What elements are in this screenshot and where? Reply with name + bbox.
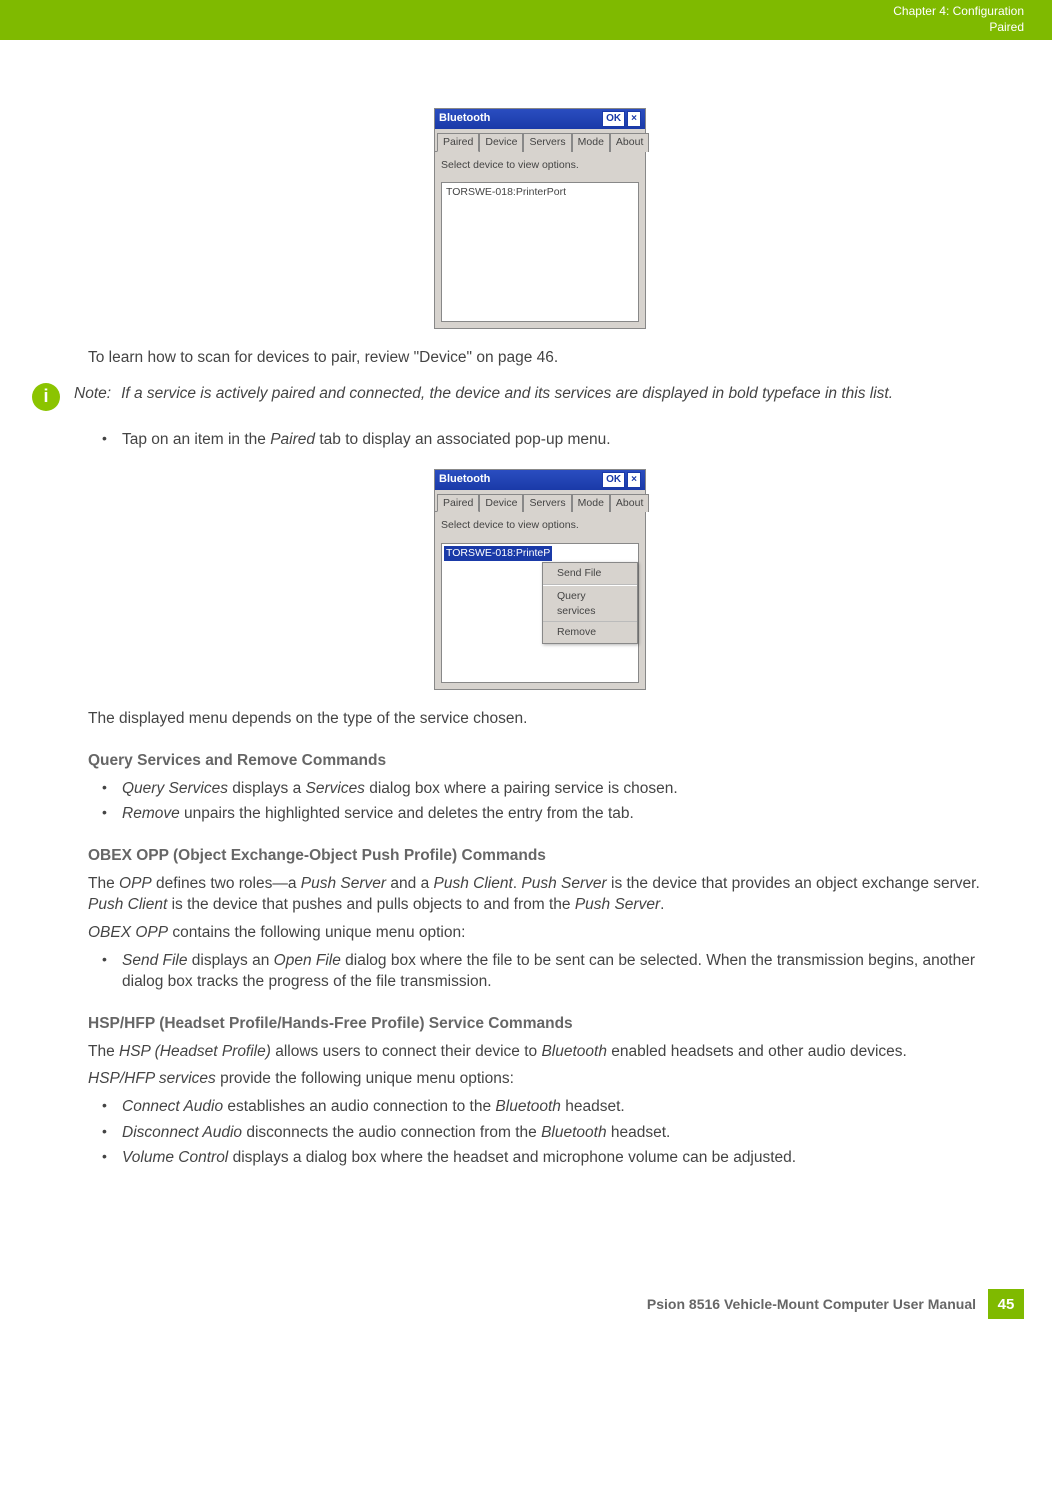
- tab-about: About: [610, 133, 649, 152]
- body-text: The HSP (Headset Profile) allows users t…: [88, 1041, 992, 1063]
- bluetooth-paired-screenshot: Bluetooth OK × Paired Device Servers Mod…: [434, 108, 646, 329]
- manual-title: Psion 8516 Vehicle-Mount Computer User M…: [647, 1296, 976, 1312]
- tab-mode: Mode: [572, 494, 610, 513]
- note-callout: i Note: If a service is actively paired …: [32, 383, 992, 411]
- tab-servers: Servers: [523, 494, 571, 513]
- page-footer: Psion 8516 Vehicle-Mount Computer User M…: [0, 1289, 1052, 1343]
- bullet-item: Send File displays an Open File dialog b…: [88, 950, 992, 993]
- tab-body: Select device to view options. TORSWE-01…: [435, 151, 645, 329]
- tab-strip: Paired Device Servers Mode About: [435, 129, 645, 151]
- tab-mode: Mode: [572, 133, 610, 152]
- tab-about: About: [610, 494, 649, 513]
- list-item: TORSWE-018:PrinterPort: [444, 185, 636, 200]
- window-title: Bluetooth: [439, 111, 490, 126]
- page-header-bar: Chapter 4: Configuration Paired: [0, 0, 1052, 40]
- body-text: HSP/HFP services provide the following u…: [88, 1068, 992, 1090]
- ok-button: OK: [602, 111, 625, 127]
- close-button: ×: [627, 111, 641, 127]
- section-label: Paired: [893, 20, 1024, 36]
- note-text: If a service is actively paired and conn…: [121, 383, 893, 405]
- menu-query-services: Query services: [543, 585, 637, 622]
- bullet-item: Remove unpairs the highlighted service a…: [88, 803, 992, 825]
- tab-device: Device: [479, 494, 523, 513]
- device-list: TORSWE-018:PrinterPort: [441, 182, 639, 322]
- bullet-item: Connect Audio establishes an audio conne…: [88, 1096, 992, 1118]
- bullet-item: Volume Control displays a dialog box whe…: [88, 1147, 992, 1169]
- body-text: The displayed menu depends on the type o…: [88, 708, 992, 730]
- bullet-item: Query Services displays a Services dialo…: [88, 778, 992, 800]
- header-text: Chapter 4: Configuration Paired: [893, 4, 1024, 35]
- device-list: TORSWE-018:PrinteP Send File Query servi…: [441, 543, 639, 683]
- tab-strip: Paired Device Servers Mode About: [435, 490, 645, 512]
- subheading: Query Services and Remove Commands: [88, 750, 992, 772]
- list-item-selected: TORSWE-018:PrinteP: [444, 546, 552, 561]
- window-titlebar: Bluetooth OK ×: [435, 470, 645, 490]
- instruction-text: Select device to view options.: [441, 518, 639, 533]
- chapter-label: Chapter 4: Configuration: [893, 4, 1024, 20]
- body-text: OBEX OPP contains the following unique m…: [88, 922, 992, 944]
- info-icon: i: [32, 383, 60, 411]
- context-menu: Send File Query services Remove: [542, 562, 638, 644]
- menu-send-file: Send File: [543, 563, 637, 585]
- ok-button: OK: [602, 472, 625, 488]
- window-titlebar: Bluetooth OK ×: [435, 109, 645, 129]
- tab-body: Select device to view options. TORSWE-01…: [435, 511, 645, 689]
- body-text: The OPP defines two roles—a Push Server …: [88, 873, 992, 916]
- bluetooth-popup-screenshot: Bluetooth OK × Paired Device Servers Mod…: [434, 469, 646, 690]
- menu-remove: Remove: [543, 622, 637, 643]
- subheading: HSP/HFP (Headset Profile/Hands-Free Prof…: [88, 1013, 992, 1035]
- note-label: Note:: [74, 383, 111, 405]
- instruction-text: Select device to view options.: [441, 158, 639, 173]
- window-title: Bluetooth: [439, 472, 490, 487]
- tab-paired: Paired: [437, 494, 479, 513]
- tab-servers: Servers: [523, 133, 571, 152]
- close-button: ×: [627, 472, 641, 488]
- tab-device: Device: [479, 133, 523, 152]
- page-content: Bluetooth OK × Paired Device Servers Mod…: [0, 40, 1052, 1169]
- page-number: 45: [988, 1289, 1024, 1319]
- bullet-item: Tap on an item in the Paired tab to disp…: [88, 429, 992, 451]
- body-text: To learn how to scan for devices to pair…: [88, 347, 992, 369]
- bullet-item: Disconnect Audio disconnects the audio c…: [88, 1122, 992, 1144]
- subheading: OBEX OPP (Object Exchange-Object Push Pr…: [88, 845, 992, 867]
- tab-paired: Paired: [437, 133, 479, 152]
